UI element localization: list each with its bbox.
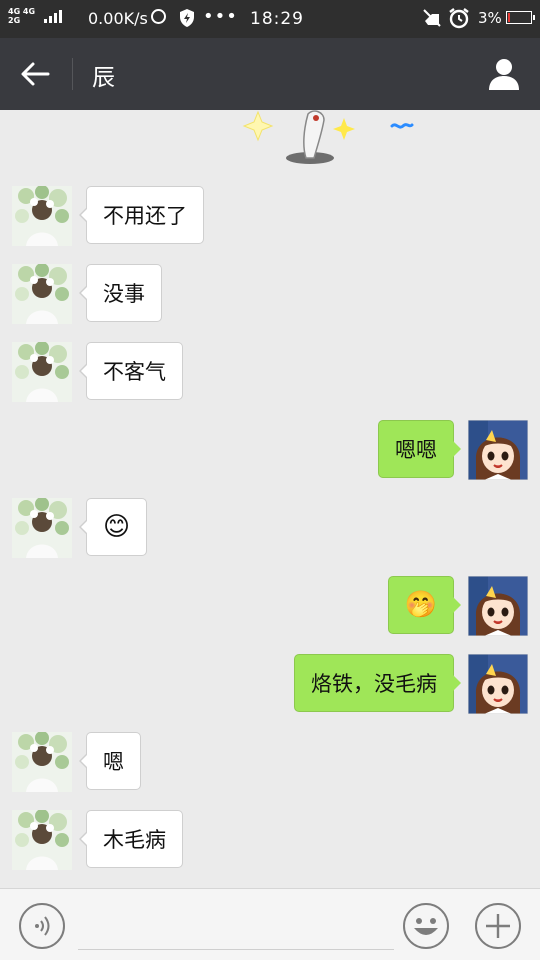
network-indicator: 4G 4G 2G <box>8 7 36 25</box>
smile-emoji-icon: 😊 <box>103 512 131 542</box>
contact-name: 辰 <box>92 65 115 91</box>
battery-icon <box>506 11 535 24</box>
shield-icon <box>178 8 196 32</box>
contact-avatar[interactable] <box>12 810 72 870</box>
sticker-image <box>236 110 416 168</box>
contact-avatar[interactable] <box>12 732 72 792</box>
input-bar <box>0 888 540 960</box>
message-bubble-outgoing[interactable]: 烙铁，没毛病 <box>294 654 461 712</box>
shy-emoji-icon: 🤭 <box>404 590 437 620</box>
chat-header: 辰 <box>0 38 540 110</box>
message-bubble-incoming[interactable]: 不客气 <box>79 342 183 400</box>
battery-percent: 3% <box>478 9 502 27</box>
user-avatar[interactable] <box>468 576 528 636</box>
contact-avatar[interactable] <box>12 264 72 324</box>
message-bubble-incoming[interactable]: 没事 <box>79 264 162 322</box>
signal-icon <box>44 10 62 23</box>
contact-avatar[interactable] <box>12 498 72 558</box>
message-bubble-incoming[interactable]: 不用还了 <box>79 186 204 244</box>
header-divider <box>72 58 73 90</box>
user-avatar[interactable] <box>468 420 528 480</box>
message-bubble-incoming[interactable]: 嗯 <box>79 732 141 790</box>
voice-icon[interactable] <box>18 902 66 950</box>
contact-avatar[interactable] <box>12 342 72 402</box>
network-speed: 0.00K/s <box>88 9 148 28</box>
message-bubble-incoming[interactable]: 木毛病 <box>79 810 183 868</box>
chat-area[interactable]: 不用还了 没事 不客气 嗯嗯 😊 🤭 烙铁，没毛病 嗯 木毛病 <box>0 110 540 888</box>
message-input[interactable] <box>78 903 394 950</box>
mute-icon <box>422 8 442 32</box>
message-bubble-outgoing[interactable]: 🤭 <box>387 576 462 634</box>
user-avatar[interactable] <box>468 654 528 714</box>
back-arrow-icon[interactable] <box>18 60 52 88</box>
plus-icon[interactable] <box>474 902 522 950</box>
status-bar: 4G 4G 2G 0.00K/s ••• 18:29 3% <box>0 0 540 38</box>
person-icon[interactable] <box>486 56 522 92</box>
message-bubble-outgoing[interactable]: 嗯嗯 <box>378 420 461 478</box>
message-bubble-incoming[interactable]: 😊 <box>78 498 148 556</box>
timer-icon <box>151 9 166 24</box>
contact-avatar[interactable] <box>12 186 72 246</box>
clock: 18:29 <box>250 9 304 29</box>
more-icon: ••• <box>203 6 238 27</box>
emoji-icon[interactable] <box>402 902 450 950</box>
alarm-icon <box>448 7 470 33</box>
